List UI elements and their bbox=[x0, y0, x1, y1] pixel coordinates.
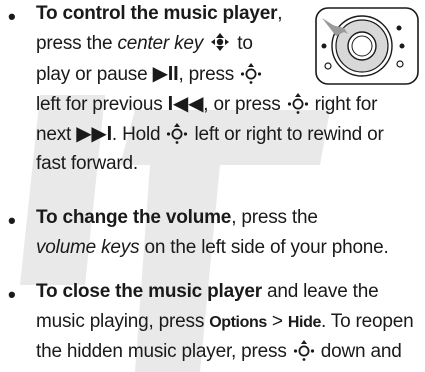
body-text: music playing, press bbox=[36, 311, 210, 332]
nav-key-icon bbox=[167, 123, 188, 144]
body-text: . To reopen bbox=[320, 311, 414, 332]
body-text: press the bbox=[36, 33, 118, 54]
text-line: the hidden music player, press down and bbox=[36, 338, 402, 366]
text-line: left for previous I◀◀, or press right fo… bbox=[36, 90, 377, 119]
italic-text: center key bbox=[117, 33, 204, 54]
body-text: and leave the bbox=[261, 281, 379, 302]
body-text: left for previous bbox=[36, 94, 168, 115]
phone-keypad-illustration bbox=[315, 7, 419, 85]
media-symbol: I◀◀ bbox=[167, 93, 204, 115]
center-key-icon bbox=[211, 33, 230, 51]
text-line: To change the volume, press the bbox=[36, 204, 318, 232]
softkey-label: Options bbox=[209, 314, 267, 331]
media-symbol: ▶▶I bbox=[76, 123, 112, 145]
bold-text: To change the volume bbox=[36, 207, 232, 228]
text-line: To control the music player, bbox=[36, 0, 283, 28]
nav-key-icon bbox=[241, 63, 262, 84]
text-line: play or pause ▶II, press bbox=[36, 60, 263, 89]
body-text: . Hold bbox=[111, 124, 166, 145]
nav-key-icon bbox=[293, 340, 314, 361]
body-text: the hidden music player, press bbox=[36, 341, 292, 362]
body-text: , bbox=[277, 3, 283, 24]
body-text: , or press bbox=[203, 94, 286, 115]
body-text: down and bbox=[315, 341, 402, 362]
bold-text: To close the music player bbox=[36, 281, 262, 302]
text-line: volume keys on the left side of your pho… bbox=[36, 234, 389, 262]
softkey-label: Hide bbox=[287, 314, 321, 331]
body-text: left or right to rewind or bbox=[189, 124, 384, 145]
bold-text: To control the music player bbox=[36, 3, 278, 24]
text-line: To close the music player and leave the bbox=[36, 278, 379, 306]
text-line: music playing, press Options > Hide. To … bbox=[36, 308, 414, 337]
body-text bbox=[203, 33, 208, 54]
body-text: to bbox=[232, 33, 253, 54]
media-symbol: ▶II bbox=[152, 63, 179, 85]
body-text: , press bbox=[178, 64, 240, 85]
text-line: press the center key to bbox=[36, 30, 253, 58]
body-text: , press the bbox=[231, 207, 318, 228]
body-text: play or pause bbox=[36, 64, 153, 85]
body-text: right for bbox=[309, 94, 378, 115]
nav-key-icon bbox=[287, 93, 308, 114]
bullet-dot: • bbox=[8, 208, 16, 233]
text-line: fast forward. bbox=[36, 150, 138, 178]
body-text: on the left side of your phone. bbox=[139, 237, 389, 258]
italic-text: volume keys bbox=[36, 237, 140, 258]
text-line: next ▶▶I. Hold left or right to rewind o… bbox=[36, 120, 384, 149]
body-text: fast forward. bbox=[36, 153, 138, 174]
body-text: > bbox=[266, 311, 288, 332]
body-text: next bbox=[36, 124, 77, 145]
bullet-dot: • bbox=[8, 4, 16, 29]
bullet-dot: • bbox=[8, 282, 16, 307]
